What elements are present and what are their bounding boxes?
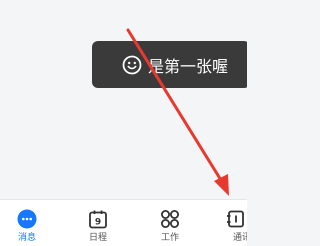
tab-contacts[interactable]: 通讯 bbox=[222, 200, 247, 246]
toast-text: 是第一张喔 bbox=[148, 56, 229, 76]
calendar-icon: 9 bbox=[88, 209, 108, 229]
apps-grid-icon bbox=[160, 209, 180, 229]
tab-schedule[interactable]: 9 日程 bbox=[78, 200, 118, 246]
tab-label: 通讯 bbox=[232, 233, 247, 243]
chat-bubble-icon bbox=[17, 209, 37, 229]
toast-message: 是第一张喔 bbox=[92, 41, 247, 88]
smiley-icon bbox=[122, 55, 142, 75]
tab-messages[interactable]: 消息 bbox=[7, 200, 47, 246]
tab-label: 消息 bbox=[17, 233, 36, 243]
contacts-icon bbox=[226, 209, 246, 229]
bottom-tab-bar: 消息 9 日程 工作 通讯 bbox=[0, 199, 247, 246]
svg-text:9: 9 bbox=[95, 218, 101, 228]
tab-work[interactable]: 工作 bbox=[150, 200, 190, 246]
tab-label: 日程 bbox=[88, 233, 107, 243]
app-screen: 是第一张喔 消息 9 日程 工作 通讯 bbox=[0, 0, 247, 246]
tab-label: 工作 bbox=[160, 233, 179, 243]
